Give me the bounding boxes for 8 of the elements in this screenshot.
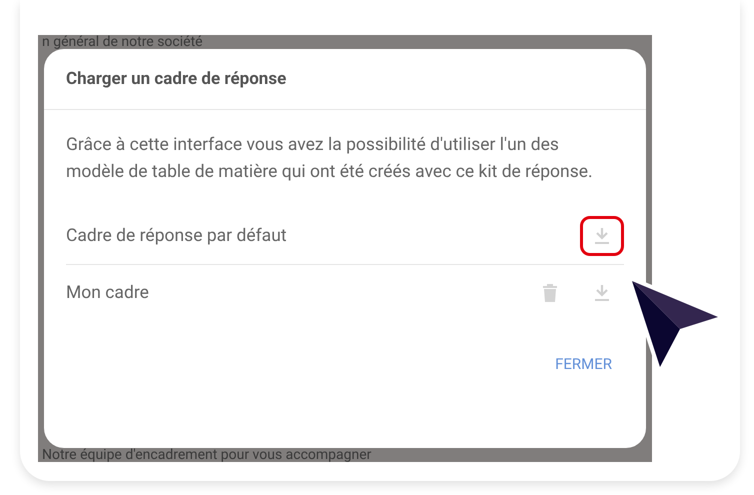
template-name: Cadre de réponse par défaut [66, 226, 288, 246]
page-text: Notre équipe d'encadrement pour vous accompagner [41, 448, 372, 462]
page-text: n général de notre société [41, 35, 204, 49]
close-button[interactable]: FERMER [543, 349, 624, 379]
download-button[interactable] [580, 216, 624, 256]
template-name: Mon cadre [66, 283, 150, 303]
dialog-description: Grâce à cette interface vous avez la possibilité d'utiliser l'un des modèle de table de matière qui ont été créés avec ce kit de réponse. [65, 134, 594, 184]
dialog-title: Charger un cadre de réponse [65, 68, 288, 91]
